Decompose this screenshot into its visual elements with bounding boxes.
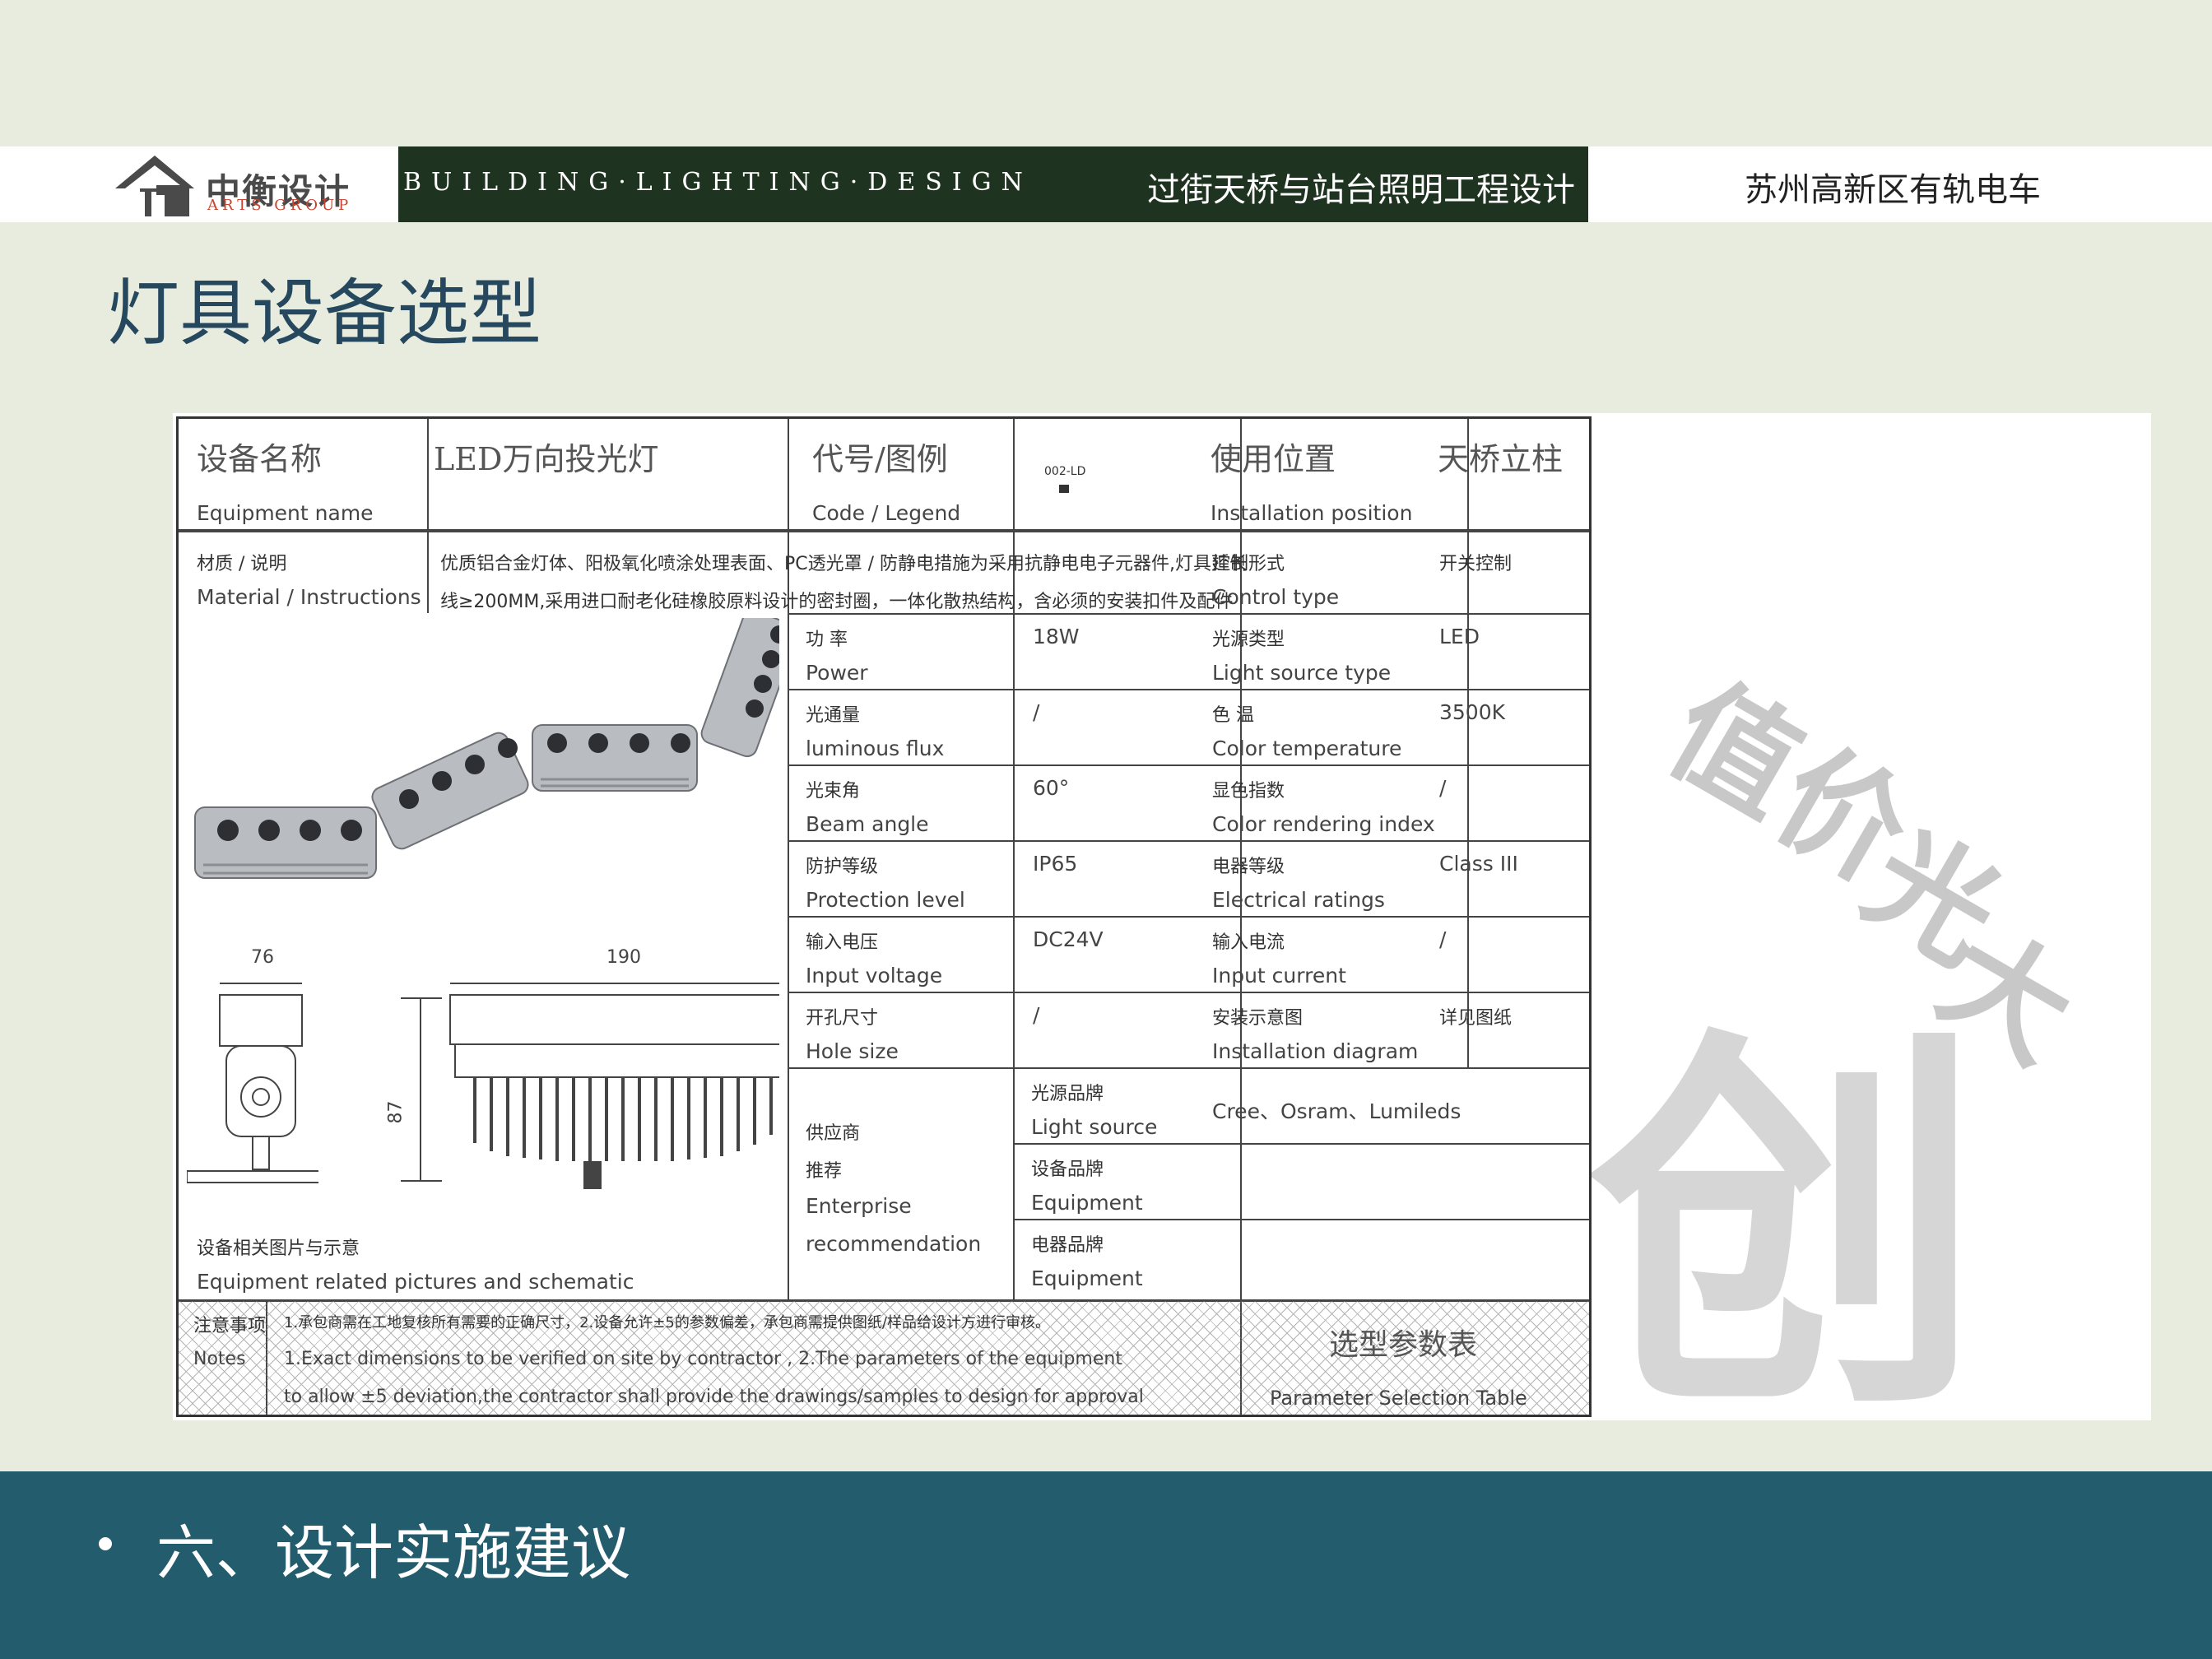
param-value: DC24V xyxy=(1033,927,1104,951)
param-label-en: Protection level xyxy=(806,888,965,912)
front-view-drawing xyxy=(401,983,779,1189)
param-label: 开孔尺寸 xyxy=(806,1008,879,1029)
dimension-190: 190 xyxy=(606,947,641,968)
param-label: 光通量 xyxy=(806,705,861,726)
param-label: 色 温 xyxy=(1212,705,1254,726)
param-label-en: Input voltage xyxy=(806,964,943,988)
param-value: / xyxy=(1033,1003,1040,1027)
param-value: 详见图纸 xyxy=(1439,1008,1513,1029)
project-name: 苏州高新区有轨电车 xyxy=(1745,171,2041,209)
brand-label-en: Equipment xyxy=(1031,1191,1143,1215)
logo-text-en: ARTS GROUP xyxy=(207,197,353,214)
supplier-label: 供应商 xyxy=(806,1123,861,1144)
param-value: 18W xyxy=(1033,625,1080,648)
supplier-label-en-2: recommendation xyxy=(806,1232,982,1256)
brand-value: Cree、Osram、Lumileds xyxy=(1212,1099,1462,1123)
material-label-en: Material / Instructions xyxy=(197,585,421,609)
header-banner: BUILDING·LIGHTING·DESIGN 过街天桥与站台照明工程设计 xyxy=(398,146,1588,222)
notes-line-3: to allow ±5 deviation,the contractor sha… xyxy=(284,1387,1144,1407)
param-label-en: Beam angle xyxy=(806,812,929,836)
dimension-87: 87 xyxy=(385,1100,407,1124)
param-label: 安装示意图 xyxy=(1212,1008,1304,1029)
brand-label: 电器品牌 xyxy=(1031,1235,1104,1256)
position-value: 天桥立柱 xyxy=(1438,441,1564,477)
brand-label-en: Equipment xyxy=(1031,1266,1143,1290)
table-title: 选型参数表 xyxy=(1329,1328,1478,1362)
control-value: 开关控制 xyxy=(1439,554,1513,574)
equipment-name-value: LED万向投光灯 xyxy=(434,441,659,477)
watermark-char: 创 xyxy=(1588,998,1983,1420)
param-label: 显色指数 xyxy=(1212,781,1285,802)
legend-symbol-icon xyxy=(1059,485,1069,493)
notes-line-2: 1.Exact dimensions to be verified on sit… xyxy=(284,1349,1122,1369)
brand-label-en: Light source xyxy=(1031,1115,1158,1139)
param-label-en: Color temperature xyxy=(1212,737,1402,760)
notes-label: 注意事项 xyxy=(193,1316,267,1336)
material-label: 材质 / 说明 xyxy=(197,554,287,574)
notes-line-1: 1.承包商需在工地复核所有需要的正确尺寸，2.设备允许±5的参数偏差，承包商需提… xyxy=(284,1314,1050,1331)
param-label-en: Light source type xyxy=(1212,661,1392,685)
bullet-icon xyxy=(99,1537,112,1550)
banner-en: BUILDING·LIGHTING·DESIGN xyxy=(403,168,1033,197)
control-label-en: Control type xyxy=(1212,585,1340,609)
param-label: 防护等级 xyxy=(806,857,879,877)
param-label-en: Electrical ratings xyxy=(1212,888,1385,912)
param-value: 3500K xyxy=(1439,700,1506,724)
param-label: 电器等级 xyxy=(1212,857,1285,877)
param-label: 光源类型 xyxy=(1212,630,1285,650)
param-label-en: Installation diagram xyxy=(1212,1039,1419,1063)
material-text-2: 线≥200MM,采用进口耐老化硅橡胶原料设计的密封圈，一体化散热结构，含必须的安… xyxy=(440,592,1234,612)
material-text-1: 优质铝合金灯体、阳极氧化喷涂处理表面、PC透光罩 / 防静电措施为采用抗静电电子… xyxy=(440,554,1248,574)
company-logo: 中衡设计 ARTS GROUP xyxy=(115,152,362,218)
equipment-name-label-en: Equipment name xyxy=(197,501,374,525)
param-label-en: luminous flux xyxy=(806,737,945,760)
notes-label-en: Notes xyxy=(193,1349,246,1369)
param-label: 输入电压 xyxy=(806,932,879,953)
param-value: LED xyxy=(1439,625,1480,648)
house-icon xyxy=(115,156,194,216)
section-heading: 六、设计实施建议 xyxy=(156,1518,631,1587)
param-label-en: Hole size xyxy=(806,1039,899,1063)
parameter-sheet: 设备名称 Equipment name LED万向投光灯 代号/图例 Code … xyxy=(176,416,1592,1417)
position-label-en: Installation position xyxy=(1211,501,1413,525)
param-label: 功 率 xyxy=(806,630,848,650)
page-title: 灯具设备选型 xyxy=(107,271,542,356)
param-label-en: Color rendering index xyxy=(1212,812,1435,836)
control-label: 控制形式 xyxy=(1212,554,1285,574)
dimension-76: 76 xyxy=(251,947,274,968)
param-label-en: Input current xyxy=(1212,964,1346,988)
param-value: / xyxy=(1439,776,1447,800)
position-label: 使用位置 xyxy=(1211,441,1336,477)
param-value: 60° xyxy=(1033,776,1070,800)
param-value: / xyxy=(1033,700,1040,724)
code-value: 002-LD xyxy=(1044,465,1086,478)
footer-bar: 六、设计实施建议 xyxy=(0,1471,2212,1659)
table-title-en: Parameter Selection Table xyxy=(1270,1387,1527,1410)
code-label-en: Code / Legend xyxy=(812,501,961,525)
param-label-en: Power xyxy=(806,661,868,685)
param-value: Class III xyxy=(1439,852,1518,876)
param-value: / xyxy=(1439,927,1447,951)
param-label: 输入电流 xyxy=(1212,932,1285,953)
pictures-label-en: Equipment related pictures and schematic xyxy=(197,1270,634,1294)
supplier-label-en: Enterprise xyxy=(806,1194,912,1218)
param-value: IP65 xyxy=(1033,852,1078,876)
banner-cn: 过街天桥与站台照明工程设计 xyxy=(1147,171,1575,209)
brand-label: 光源品牌 xyxy=(1031,1084,1104,1104)
code-label: 代号/图例 xyxy=(812,441,948,477)
pictures-label: 设备相关图片与示意 xyxy=(197,1238,360,1259)
supplier-label-2: 推荐 xyxy=(806,1161,843,1182)
param-label: 光束角 xyxy=(806,781,861,802)
equipment-name-label: 设备名称 xyxy=(197,441,323,477)
content-area: 值 价 光 大 创 设备名称 Equipment name LED万向投光灯 代… xyxy=(173,413,2151,1420)
brand-label: 设备品牌 xyxy=(1031,1159,1104,1180)
side-view-drawing xyxy=(187,983,318,1183)
product-photo xyxy=(194,618,779,879)
